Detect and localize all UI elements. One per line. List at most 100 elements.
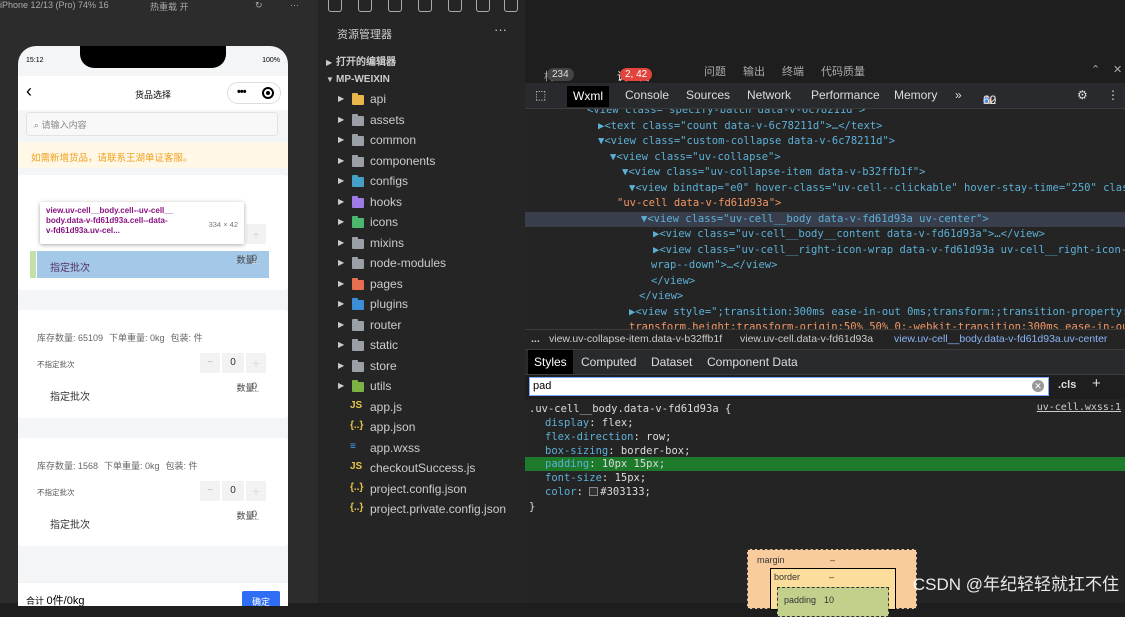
tab-output[interactable]: 输出 (743, 63, 765, 79)
search-icon[interactable] (358, 0, 372, 12)
file-item[interactable]: {..} project.private.config.json (318, 501, 525, 521)
chevron-right-icon[interactable]: ▶ (338, 217, 344, 226)
quantity-stepper[interactable]: − 0 + (200, 481, 266, 501)
tab-network[interactable]: Network (747, 88, 791, 102)
tab-styles[interactable]: Styles (528, 350, 573, 374)
folder-item[interactable]: ▶ assets (318, 112, 525, 132)
tab-wxml[interactable]: Wxml (567, 86, 609, 107)
chevron-right-icon[interactable]: ▶ (338, 197, 344, 206)
folder-item[interactable]: ▶ hooks (318, 194, 525, 214)
tab-performance[interactable]: Performance (811, 88, 880, 102)
dom-node[interactable]: </view> (639, 289, 683, 304)
file-item[interactable]: JS checkoutSuccess.js (318, 460, 525, 480)
more-dots-icon[interactable]: ••• (237, 86, 247, 98)
folder-item[interactable]: ▶ static (318, 337, 525, 357)
breadcrumb-item[interactable]: view.uv-cell.data-v-fd61d93a (740, 333, 873, 345)
chevron-right-icon[interactable]: ▶ (338, 258, 344, 267)
tab-memory[interactable]: Memory (894, 88, 937, 102)
dom-node[interactable]: "uv-cell data-v-fd61d93a"> (617, 196, 781, 211)
style-property[interactable]: display: flex; (525, 416, 1125, 430)
search-input[interactable]: ⌕ 请输入内容 (26, 112, 278, 136)
dom-node[interactable]: ▼<view class="uv-collapse"> (610, 150, 781, 165)
folder-item[interactable]: ▶ icons (318, 214, 525, 234)
folder-item[interactable]: ▶ plugins (318, 296, 525, 316)
folder-item[interactable]: ▶ pages (318, 276, 525, 296)
chevron-right-icon[interactable]: ▶ (338, 320, 344, 329)
dom-node[interactable]: </view> (651, 274, 695, 289)
clear-icon[interactable]: ✕ (1032, 380, 1044, 392)
settings-icon[interactable]: ⚙ (1077, 88, 1088, 102)
quantity-input[interactable]: 0 (222, 481, 244, 501)
tab-sources[interactable]: Sources (686, 88, 730, 102)
tab-quality[interactable]: 代码质量 (821, 63, 865, 79)
style-property[interactable]: padding: 10px 15px; (525, 457, 1125, 472)
folder-item[interactable]: ▶ mixins (318, 235, 525, 255)
quantity-input[interactable]: 0 (222, 353, 244, 373)
dom-node[interactable]: ▶<view class="uv-cell__body__content dat… (653, 227, 1045, 242)
tab-console[interactable]: Console (625, 88, 669, 102)
folder-item[interactable]: ▶ api (318, 91, 525, 111)
dom-node[interactable]: <view class="specify-batch data-v-6c7821… (587, 109, 865, 118)
breadcrumb-ellipsis[interactable]: ... (531, 333, 540, 345)
dom-node[interactable]: ▶<text class="count data-v-6c78211d">…</… (598, 119, 882, 134)
quantity-stepper[interactable]: − 0 + (200, 353, 266, 373)
file-item[interactable]: {..} app.json (318, 419, 525, 439)
styles-filter-input[interactable]: pad ✕ (529, 377, 1049, 396)
settings-icon[interactable] (504, 0, 518, 12)
style-property[interactable]: color: #303133; (525, 485, 1125, 499)
more-tabs[interactable]: » (955, 88, 962, 102)
open-editors-section[interactable]: ▶ 打开的编辑器 (326, 53, 396, 68)
chevron-up-icon[interactable]: ⌃ (1091, 63, 1100, 76)
miniprogram-capsule[interactable]: ••• (227, 82, 281, 104)
project-section[interactable]: ▼ MP-WEIXIN (326, 74, 390, 85)
file-item[interactable]: {..} project.config.json (318, 481, 525, 501)
more-icon[interactable]: ··· (290, 0, 299, 10)
dom-node[interactable]: transform,height;transform-origin:50% 50… (629, 320, 1125, 329)
kebab-menu-icon[interactable]: ⋮ (1107, 88, 1119, 102)
breadcrumb-item-active[interactable]: view.uv-cell__body.data-v-fd61d93a.uv-ce… (894, 333, 1107, 345)
chevron-right-icon[interactable]: ▶ (338, 156, 344, 165)
extensions-icon[interactable] (418, 0, 432, 12)
dom-node[interactable]: ▼<view class="custom-collapse data-v-6c7… (598, 134, 895, 149)
hotreload-toggle[interactable]: 热重载 开 (150, 0, 189, 12)
close-icon[interactable]: ✕ (1113, 63, 1122, 76)
folder-item[interactable]: ▶ common (318, 132, 525, 152)
dom-node[interactable]: ▶<view style=";transition:300ms ease-in-… (629, 305, 1125, 320)
file-item[interactable]: ≡ app.wxss (318, 440, 525, 460)
plus-button[interactable]: + (246, 224, 266, 244)
tab-computed[interactable]: Computed (581, 355, 636, 369)
dom-node[interactable]: ▼<view class="uv-collapse-item data-v-b3… (622, 165, 925, 180)
chevron-right-icon[interactable]: ▶ (338, 135, 344, 144)
cls-toggle[interactable]: .cls (1058, 379, 1076, 391)
style-property[interactable]: flex-direction: row; (525, 430, 1125, 444)
folder-item[interactable]: ▶ router (318, 317, 525, 337)
folder-item[interactable]: ▶ utils (318, 378, 525, 398)
specify-batch-label[interactable]: 指定批次 (50, 516, 90, 531)
source-control-icon[interactable] (388, 0, 402, 12)
chevron-right-icon[interactable]: ▶ (338, 94, 344, 103)
confirm-button[interactable]: 确定 (242, 591, 280, 606)
plus-button[interactable]: + (246, 353, 266, 373)
chevron-right-icon[interactable]: ▶ (338, 115, 344, 124)
minus-button[interactable]: − (200, 353, 220, 373)
rule-source-link[interactable]: uv-cell.wxss:1 (1037, 402, 1121, 413)
folder-item[interactable]: ▶ components (318, 153, 525, 173)
tab-problems[interactable]: 问题 (704, 63, 726, 79)
plus-button[interactable]: + (246, 481, 266, 501)
folder-item[interactable]: ▶ store (318, 358, 525, 378)
run-icon[interactable] (448, 0, 462, 12)
chevron-right-icon[interactable]: ▶ (338, 176, 344, 185)
tab-dataset[interactable]: Dataset (651, 355, 692, 369)
inspect-icon[interactable]: ⬚ (535, 88, 546, 102)
chevron-right-icon[interactable]: ▶ (338, 299, 344, 308)
dom-node[interactable]: ▶<view class="uv-cell__right-icon-wrap d… (653, 243, 1125, 258)
tab-terminal[interactable]: 终端 (782, 63, 804, 79)
style-property[interactable]: font-size: 15px; (525, 471, 1125, 485)
close-target-icon[interactable] (262, 87, 274, 99)
chevron-right-icon[interactable]: ▶ (338, 238, 344, 247)
explorer-more-icon[interactable]: ··· (494, 22, 507, 37)
tab-component-data[interactable]: Component Data (707, 355, 798, 369)
dom-node[interactable]: ▼<view class="uv-cell__body data-v-fd61d… (525, 211, 1125, 227)
file-item[interactable]: JS app.js (318, 399, 525, 419)
docker-icon[interactable] (476, 0, 490, 12)
